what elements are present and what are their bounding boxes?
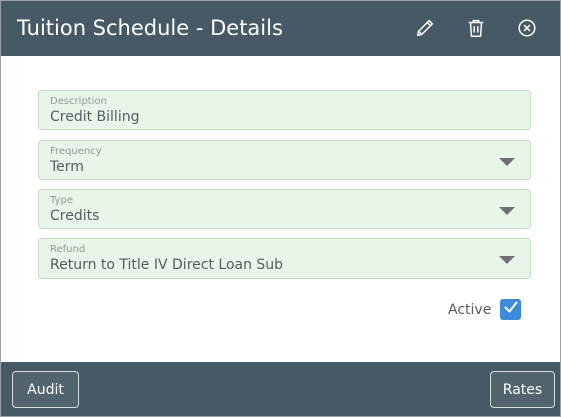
dialog-footer: Audit Rates [1,362,560,416]
checkmark-icon [503,299,519,320]
delete-button[interactable] [464,16,488,40]
refund-select[interactable]: Refund Return to Title IV Direct Loan Su… [38,238,531,279]
active-label: Active [448,302,492,318]
dialog-header: Tuition Schedule - Details [1,1,560,56]
description-label: Description [50,96,107,107]
type-select[interactable]: Type Credits [38,189,531,229]
audit-button[interactable]: Audit [12,371,79,408]
trash-icon [465,17,487,39]
frequency-label: Frequency [50,146,102,157]
frequency-select[interactable]: Frequency Term [38,140,531,180]
pencil-icon [414,17,436,39]
type-label: Type [50,195,73,206]
frequency-value: Term [50,159,84,175]
close-circle-icon [516,17,538,39]
dropdown-arrow-icon [499,207,515,215]
description-value: Credit Billing [50,109,140,125]
dialog-title: Tuition Schedule - Details [17,16,283,40]
type-value: Credits [50,208,100,224]
dropdown-arrow-icon [499,158,515,166]
close-button[interactable] [515,16,539,40]
edit-button[interactable] [413,16,437,40]
rates-button[interactable]: Rates [490,371,555,408]
dropdown-arrow-icon [499,256,515,264]
active-checkbox[interactable] [500,299,521,320]
tuition-schedule-dialog: Tuition Schedule - Details Description C… [0,0,561,417]
refund-value: Return to Title IV Direct Loan Sub [50,257,284,273]
description-field[interactable]: Description Credit Billing [38,90,531,130]
refund-label: Refund [50,244,86,255]
